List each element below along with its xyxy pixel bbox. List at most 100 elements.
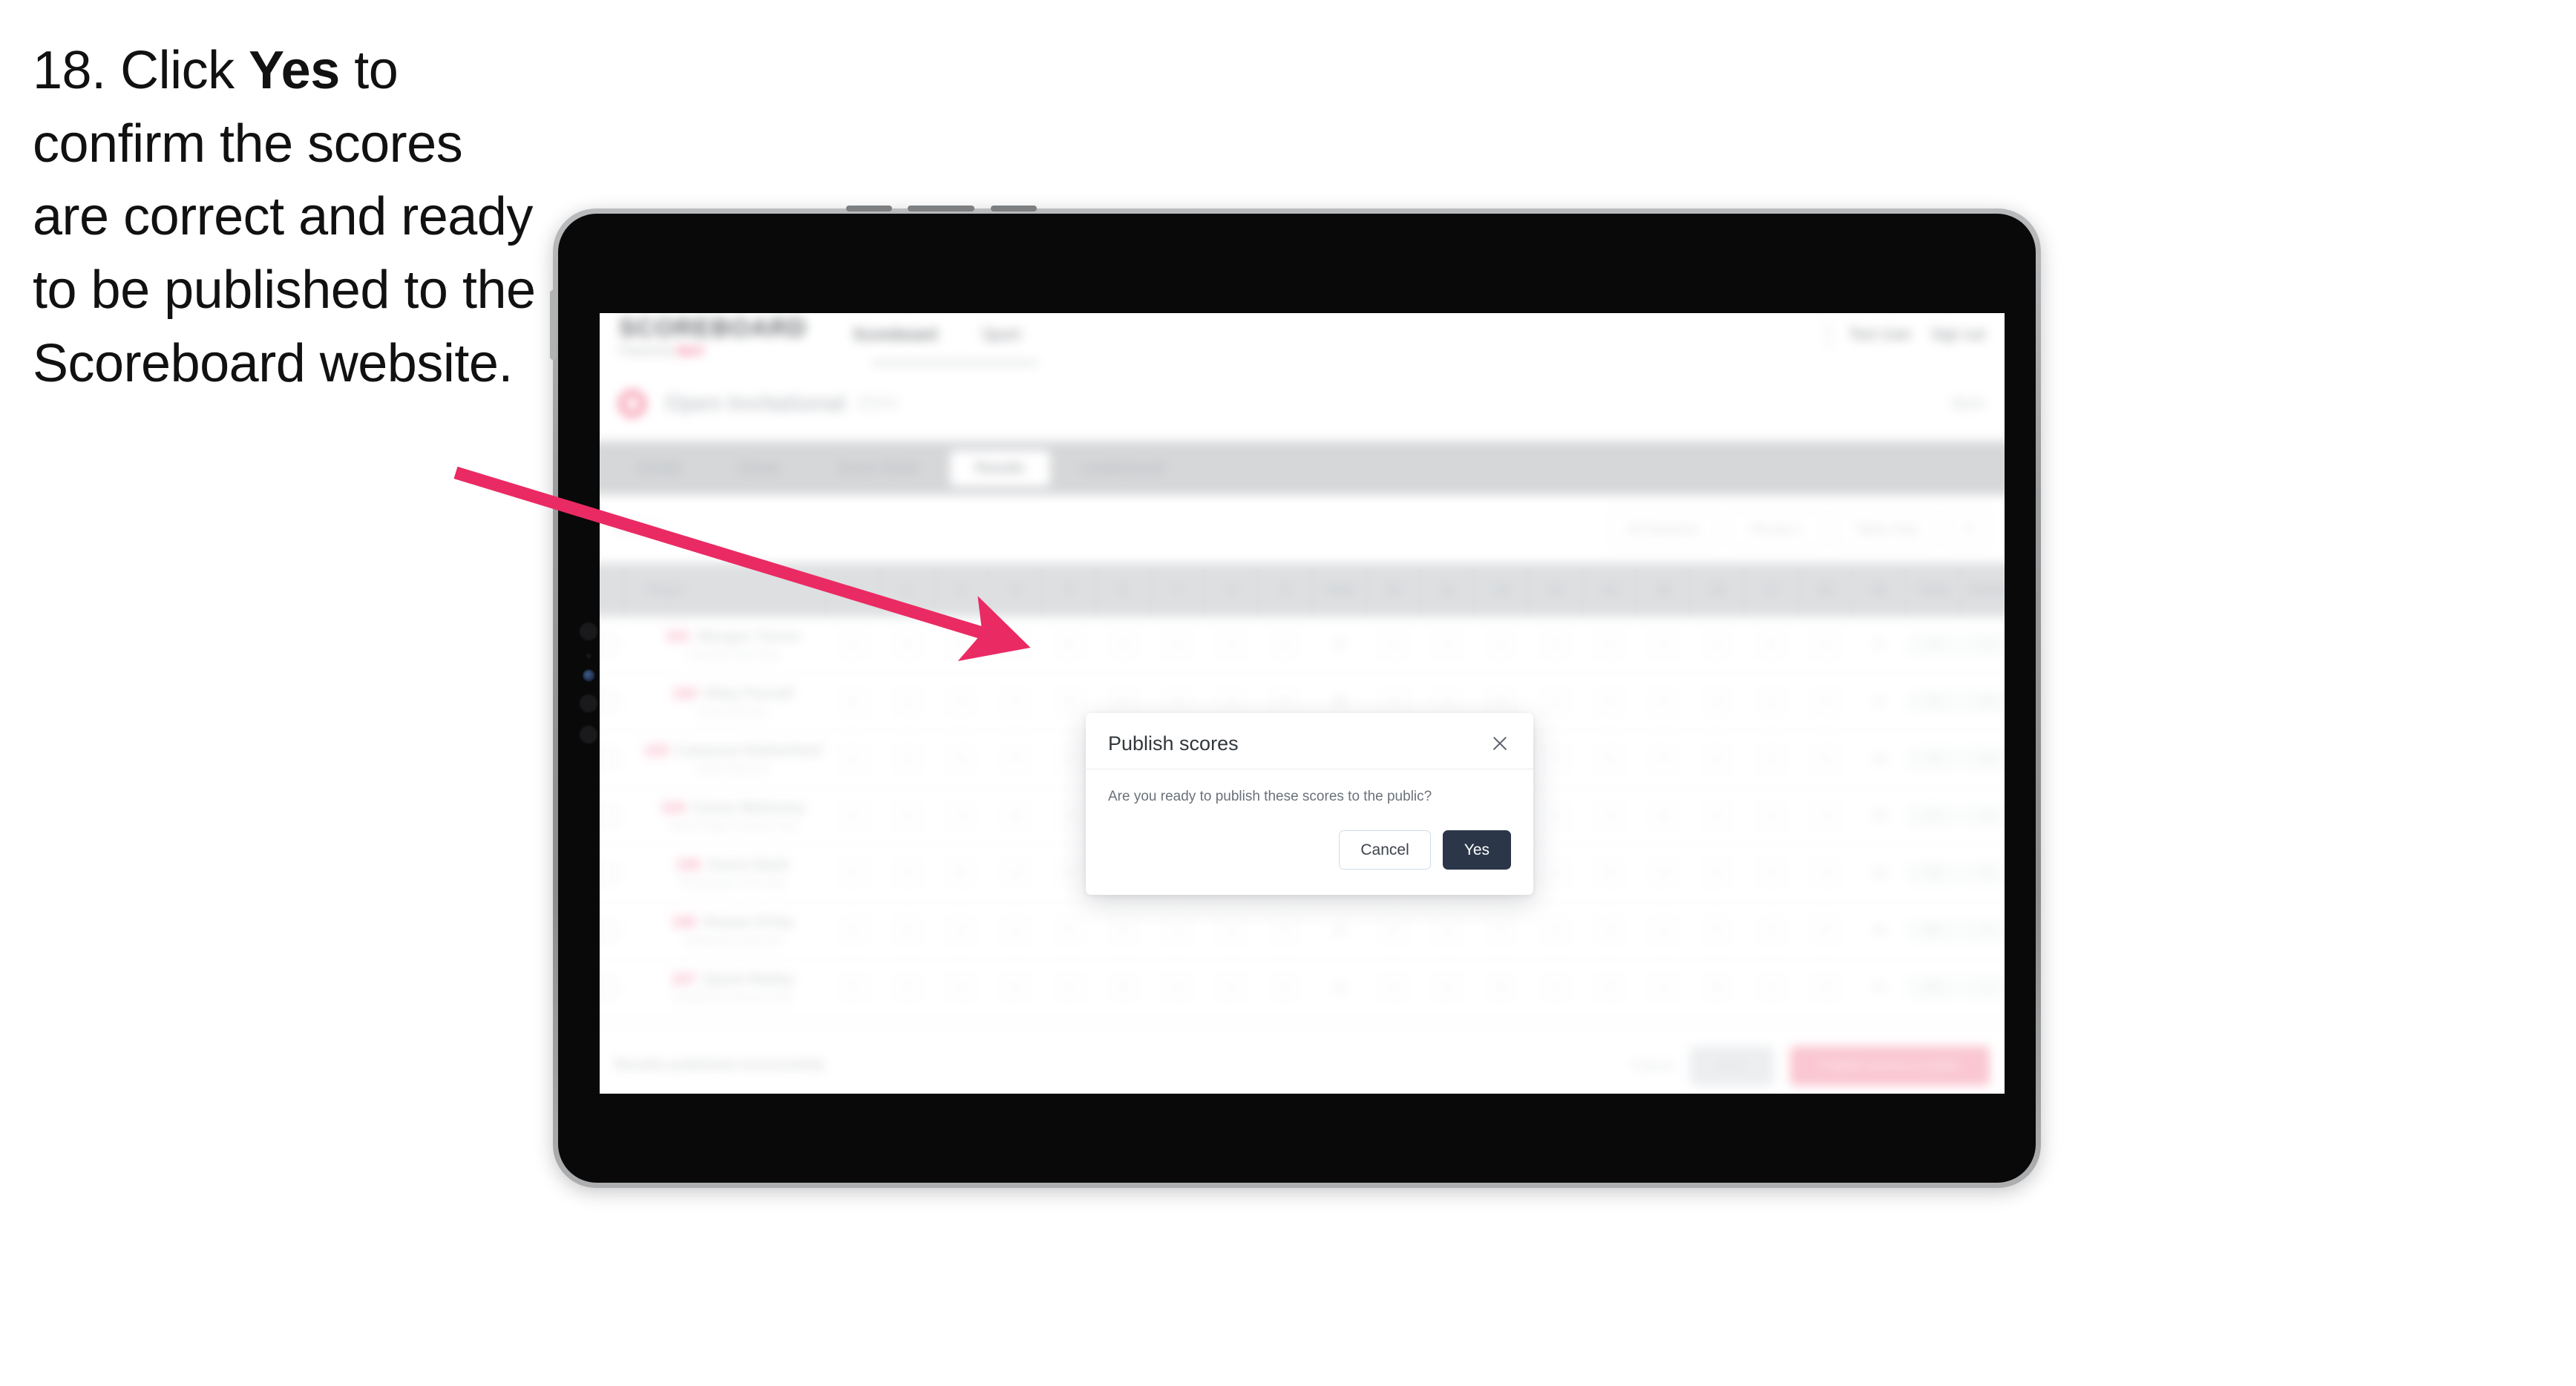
grand-total-cell: 80 (1906, 901, 1962, 959)
filter-view-select[interactable]: Table Only (1837, 510, 1935, 548)
player-cell: 107 Quinn Bailey Eastbrook Country Club (623, 959, 827, 1016)
out-total-cell: 41 (1312, 959, 1367, 1016)
dialog-title: Publish scores (1108, 732, 1239, 755)
score-cell: 4 (988, 730, 1043, 788)
filter-bar: Search All Divisions Round 1 Table Only … (600, 495, 2005, 563)
nav-user-label[interactable]: Test User (1849, 326, 1911, 344)
table-row[interactable]: 101 Morgan Torres Lakeside Golf Club 4 5 3 4 5 4… (600, 617, 2005, 674)
nav-item-sport[interactable]: Sport (982, 325, 1021, 344)
score-cell: 3 (934, 617, 989, 674)
yes-button[interactable]: Yes (1442, 830, 1511, 870)
row-checkbox[interactable] (600, 617, 624, 674)
score-cell: 5 (1420, 959, 1475, 1016)
app-top-nav: SCOREBOARD Powered by Sport Scoreboard S… (600, 313, 2005, 367)
score-cell: 4 (826, 901, 881, 959)
nav-divider (1828, 322, 1830, 347)
footer-cancel-link[interactable]: Cancel (1632, 1058, 1674, 1074)
grand-total-cell: 74 (1906, 617, 1962, 674)
power-button[interactable] (550, 290, 556, 360)
dialog-message: Are you ready to publish these scores to… (1108, 789, 1432, 804)
speaker-slot (991, 206, 1037, 211)
instruction-emphasis: Yes (249, 41, 340, 100)
score-cell: 4 (880, 844, 935, 902)
player-tag: 107 (671, 970, 697, 988)
player-team: Eastbrook Country Club (673, 991, 793, 1005)
score-cell: 5 (1582, 959, 1637, 1016)
filter-division-select[interactable]: All Divisions (1609, 510, 1716, 548)
checkbox-icon[interactable] (600, 978, 616, 997)
row-checkbox[interactable] (600, 787, 624, 845)
tab-score-sheet[interactable]: Score Sheet (812, 450, 944, 487)
table-row[interactable]: 107 Quinn Bailey Eastbrook Country Club 5 5 4… (600, 959, 2005, 1016)
row-checkbox[interactable] (600, 844, 624, 902)
back-link[interactable]: Back (1953, 395, 1985, 413)
checkbox-icon[interactable] (600, 921, 616, 940)
player-cell: 102 Riley Parnell Crest Hill Club (623, 673, 827, 731)
score-cell: 4 (1528, 844, 1583, 902)
score-cell: 5 (1258, 901, 1313, 959)
nav-signout-link[interactable]: Sign out (1931, 326, 1985, 344)
player-name: 107 Quinn Bailey (671, 970, 795, 988)
score-cell: 4 (1258, 617, 1313, 674)
score-cell: 4 (1690, 787, 1746, 845)
checkbox-icon[interactable] (600, 692, 616, 712)
tab-details[interactable]: Details (612, 450, 707, 487)
player-name: 106 Rowan Kirby (671, 913, 795, 930)
score-cell: 5 (1690, 844, 1746, 902)
score-cell: 4 (1690, 730, 1746, 788)
dialog-actions: Cancel Yes (1086, 814, 1533, 895)
scoreboard-app: SCOREBOARD Powered by Sport Scoreboard S… (600, 313, 2005, 1094)
score-cell: 4 (1798, 787, 1853, 845)
cancel-button[interactable]: Cancel (1339, 830, 1431, 870)
score-cell: 5 (880, 959, 935, 1016)
score-cell: 5 (1096, 901, 1151, 959)
score-cell: 3 (1690, 673, 1746, 731)
tab-leaderboard[interactable]: Leaderboard (1056, 450, 1190, 487)
score-cell: 5 (1474, 901, 1529, 959)
section-tabs: Details Draws Score Sheet Results Leader… (600, 441, 2005, 495)
filter-round-select[interactable]: Round 1 (1730, 510, 1823, 548)
grand-total-cell: 75 (1906, 730, 1962, 788)
row-checkbox[interactable] (600, 730, 624, 788)
row-checkbox[interactable] (600, 901, 624, 959)
score-cell: 4 (934, 787, 989, 845)
in-total-cell: 38 (1852, 787, 1907, 845)
checkbox-icon[interactable] (600, 864, 616, 883)
tab-results[interactable]: Results (949, 450, 1050, 487)
score-cell: 5 (1582, 844, 1637, 902)
score-cell: 4 (1636, 730, 1691, 788)
search-input[interactable]: Search (614, 521, 659, 537)
row-checkbox[interactable] (600, 673, 624, 731)
footer-save-button[interactable]: Save (1689, 1045, 1774, 1086)
nav-item-scoreboard[interactable]: Scoreboard (853, 325, 937, 344)
player-tag: 105 (676, 856, 701, 873)
checkbox-icon[interactable] (600, 807, 616, 826)
score-cell: 4 (1474, 617, 1529, 674)
close-icon[interactable] (1489, 732, 1511, 755)
tablet-frame: SCOREBOARD Powered by Sport Scoreboard S… (550, 206, 2041, 1188)
score-cell: 4 (1636, 844, 1691, 902)
brand-tagline-text: Powered by (619, 344, 674, 356)
player-team: Crest Hill Club (697, 706, 769, 719)
score-cell: 5 (1096, 959, 1151, 1016)
score-cell: 4 (1636, 901, 1691, 959)
in-total-cell: 37 (1852, 673, 1907, 731)
row-checkbox[interactable] (600, 959, 624, 1016)
checkbox-icon[interactable] (600, 749, 616, 769)
checkbox-icon[interactable] (600, 635, 616, 654)
player-tag: 101 (665, 628, 690, 645)
score-cell: 5 (826, 844, 881, 902)
grand-total-cell: 75 (1906, 673, 1962, 731)
in-total-cell: 40 (1852, 901, 1907, 959)
score-cell: 5 (1636, 787, 1691, 845)
table-row[interactable]: 106 Rowan Kirby Highlands Golf Club 4 5 4 4 5 5 4… (600, 901, 2005, 959)
competition-title: Open Invitational (665, 391, 846, 416)
footer-publish-button[interactable]: Publish scores to public (1789, 1045, 1990, 1086)
brand-tagline-accent: Sport (676, 344, 704, 356)
camera-lens-icon (579, 694, 598, 713)
score-cell: 4 (1744, 787, 1799, 845)
tab-draws[interactable]: Draws (713, 450, 806, 487)
chevron-down-icon[interactable]: ▾ (1950, 510, 1990, 548)
in-total-cell: 39 (1852, 844, 1907, 902)
score-cell: 4 (1636, 959, 1691, 1016)
